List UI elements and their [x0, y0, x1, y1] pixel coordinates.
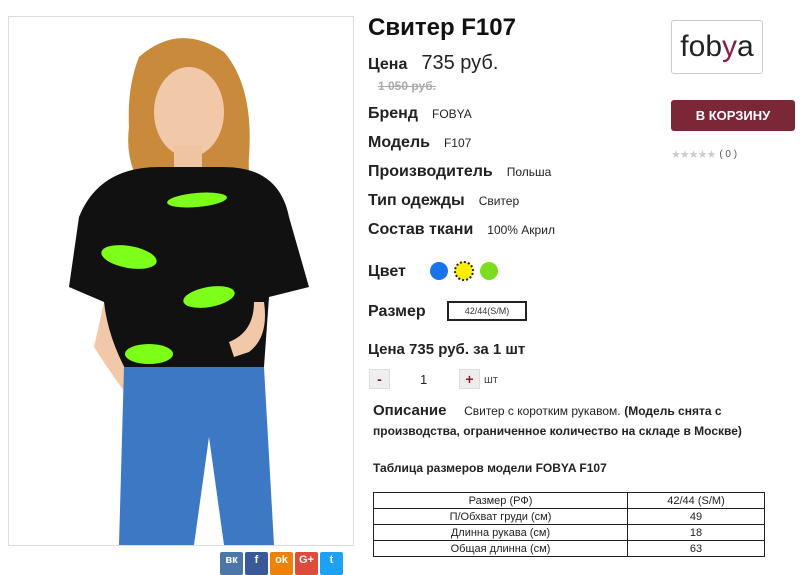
size-table: Размер (РФ) 42/44 (S/M) П/Обхват груди (… — [373, 492, 765, 557]
attr-brand: Бренд FOBYA — [368, 105, 472, 123]
attr-value: FOBYA — [432, 107, 472, 121]
brand-logo-accent: y — [722, 30, 738, 63]
color-swatches — [430, 261, 498, 281]
share-bar: вк f ok G+ t — [220, 552, 343, 575]
quantity-input[interactable]: 1 — [420, 372, 427, 387]
quantity-unit: шт — [484, 374, 498, 386]
price-per-unit-row: Цена 735 руб. за 1 шт — [368, 341, 525, 358]
brand-logo-text: fob — [680, 30, 723, 63]
color-row: Цвет — [368, 263, 406, 281]
price-label: Цена — [368, 56, 408, 73]
color-swatch-green[interactable] — [480, 262, 498, 280]
table-row: Размер (РФ) 42/44 (S/M) — [373, 492, 765, 509]
attr-label: Производитель — [368, 163, 493, 180]
size-label: Размер — [368, 303, 426, 320]
attr-value: Свитер — [478, 194, 520, 208]
attr-manufacturer: Производитель Польша — [368, 163, 551, 181]
size-option[interactable]: 42/44(S/M) — [447, 301, 527, 321]
add-to-cart-button[interactable]: В КОРЗИНУ — [671, 100, 795, 131]
color-swatch-blue[interactable] — [430, 262, 448, 280]
attr-label: Бренд — [368, 105, 418, 122]
googleplus-icon[interactable]: G+ — [295, 552, 318, 575]
attr-label: Модель — [368, 134, 430, 151]
size-row: Размер — [368, 303, 426, 321]
rating-count: ( 0 ) — [719, 149, 738, 160]
table-cell: Размер (РФ) — [373, 492, 628, 509]
table-row: П/Обхват груди (см) 49 — [373, 508, 765, 525]
color-label: Цвет — [368, 263, 406, 280]
rating-stars-icon[interactable]: ★★★★★ — [671, 148, 716, 161]
attr-label: Тип одежды — [368, 192, 465, 209]
rating[interactable]: ★★★★★ ( 0 ) — [671, 148, 737, 161]
attr-fabric: Состав ткани 100% Акрил — [368, 221, 555, 239]
description-label: Описание — [373, 402, 447, 419]
facebook-icon[interactable]: f — [245, 552, 268, 575]
price-row: Цена 735 руб. — [368, 52, 498, 75]
table-cell: 49 — [627, 508, 765, 525]
attr-label: Состав ткани — [368, 221, 474, 238]
quantity-minus-button[interactable]: - — [369, 369, 390, 389]
vk-icon[interactable]: вк — [220, 552, 243, 575]
attr-value: 100% Акрил — [487, 223, 555, 237]
description: Описание Свитер с коротким рукавом. (Мод… — [373, 401, 783, 441]
description-text: Свитер с коротким рукавом. — [464, 404, 621, 418]
table-row: Общая длинна (см) 63 — [373, 540, 765, 557]
color-swatch-yellow[interactable] — [454, 261, 474, 281]
table-cell: 42/44 (S/M) — [627, 492, 765, 509]
brand-logo-text-end: a — [737, 30, 754, 63]
product-photo-illustration — [9, 17, 353, 545]
price-per-unit: Цена 735 руб. за 1 шт — [368, 341, 526, 358]
attr-value: Польша — [506, 165, 552, 179]
odnoklassniki-icon[interactable]: ok — [270, 552, 293, 575]
attr-model: Модель F107 — [368, 134, 471, 152]
old-price: 1 050 руб. — [378, 79, 436, 93]
product-photo[interactable] — [8, 16, 354, 546]
twitter-icon[interactable]: t — [320, 552, 343, 575]
table-row: Длинна рукава (см) 18 — [373, 524, 765, 541]
size-table-title: Таблица размеров модели FOBYA F107 — [373, 461, 607, 475]
table-cell: П/Обхват груди (см) — [373, 508, 628, 525]
price-value: 735 руб. — [421, 52, 499, 74]
table-cell: 63 — [627, 540, 765, 557]
brand-logo[interactable]: fob y a — [671, 20, 763, 74]
attr-value: F107 — [443, 136, 472, 150]
attr-clothing-type: Тип одежды Свитер — [368, 192, 519, 210]
table-cell: Длинна рукава (см) — [373, 524, 628, 541]
product-title: Свитер F107 — [368, 14, 516, 41]
quantity-plus-button[interactable]: + — [459, 369, 480, 389]
table-cell: Общая длинна (см) — [373, 540, 628, 557]
table-cell: 18 — [627, 524, 765, 541]
